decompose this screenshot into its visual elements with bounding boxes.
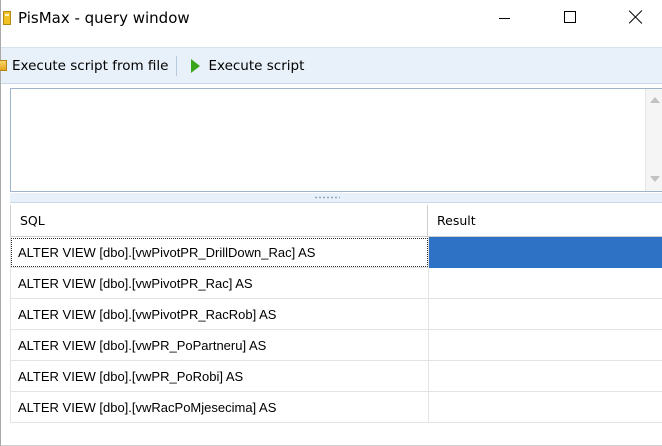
result-cell[interactable]: [429, 237, 662, 268]
toolbar: Execute script from file Execute script: [0, 47, 662, 84]
scroll-down-arrow-icon[interactable]: [650, 176, 660, 182]
sql-cell[interactable]: ALTER VIEW [dbo].[vwPivotPR_Rac] AS: [10, 268, 429, 299]
script-editor-text[interactable]: [15, 93, 635, 187]
result-cell[interactable]: [429, 299, 662, 330]
column-header-result[interactable]: Result: [428, 205, 662, 237]
title-bar[interactable]: PisMax - query window: [1, 0, 662, 37]
table-row[interactable]: ALTER VIEW [dbo].[vwRacPoMjesecima] AS: [10, 392, 662, 423]
result-cell[interactable]: [429, 361, 662, 392]
app-icon: [3, 11, 11, 25]
sql-cell[interactable]: ALTER VIEW [dbo].[vwPR_PoRobi] AS: [10, 361, 429, 392]
script-file-icon: [0, 60, 7, 71]
sql-cell[interactable]: ALTER VIEW [dbo].[vwRacPoMjesecima] AS: [10, 392, 429, 423]
sql-cell[interactable]: ALTER VIEW [dbo].[vwPivotPR_RacRob] AS: [10, 299, 429, 330]
result-cell[interactable]: [429, 268, 662, 299]
grid-header: SQL Result: [10, 205, 662, 237]
query-window: PisMax - query window Execute script fro…: [0, 0, 662, 446]
result-cell[interactable]: [429, 392, 662, 423]
table-row[interactable]: ALTER VIEW [dbo].[vwPivotPR_DrillDown_Ra…: [10, 237, 662, 268]
table-row[interactable]: ALTER VIEW [dbo].[vwPR_PoRobi] AS: [10, 361, 662, 392]
execute-script-label: Execute script: [208, 57, 305, 74]
minimize-icon: [498, 17, 510, 19]
result-cell[interactable]: [429, 330, 662, 361]
sql-cell[interactable]: ALTER VIEW [dbo].[vwPivotPR_DrillDown_Ra…: [10, 237, 429, 268]
execute-script-button[interactable]: Execute script: [181, 53, 310, 79]
table-row[interactable]: ALTER VIEW [dbo].[vwPivotPR_Rac] AS: [10, 268, 662, 299]
toolbar-separator: [176, 55, 178, 76]
table-row[interactable]: ALTER VIEW [dbo].[vwPR_PoPartneru] AS: [10, 330, 662, 361]
minimize-button[interactable]: [481, 0, 527, 34]
script-editor[interactable]: [10, 88, 662, 192]
sql-cell[interactable]: ALTER VIEW [dbo].[vwPR_PoPartneru] AS: [10, 330, 429, 361]
maximize-button[interactable]: [547, 0, 593, 34]
results-grid: SQL Result ALTER VIEW [dbo].[vwPivotPR_D…: [10, 205, 662, 446]
panel-splitter[interactable]: [10, 193, 662, 203]
execute-script-from-file-label: Execute script from file: [12, 57, 169, 74]
editor-vertical-scrollbar[interactable]: [645, 89, 662, 191]
window-title: PisMax - query window: [18, 9, 190, 27]
scroll-up-arrow-icon[interactable]: [650, 97, 660, 103]
table-row[interactable]: ALTER VIEW [dbo].[vwPivotPR_RacRob] AS: [10, 299, 662, 330]
execute-script-from-file-button[interactable]: Execute script from file: [0, 53, 174, 79]
column-header-sql[interactable]: SQL: [10, 205, 428, 237]
maximize-icon: [564, 11, 576, 23]
close-icon: [629, 10, 643, 24]
splitter-grip-icon[interactable]: [314, 196, 340, 199]
play-icon: [191, 58, 201, 73]
close-button[interactable]: [613, 0, 659, 34]
